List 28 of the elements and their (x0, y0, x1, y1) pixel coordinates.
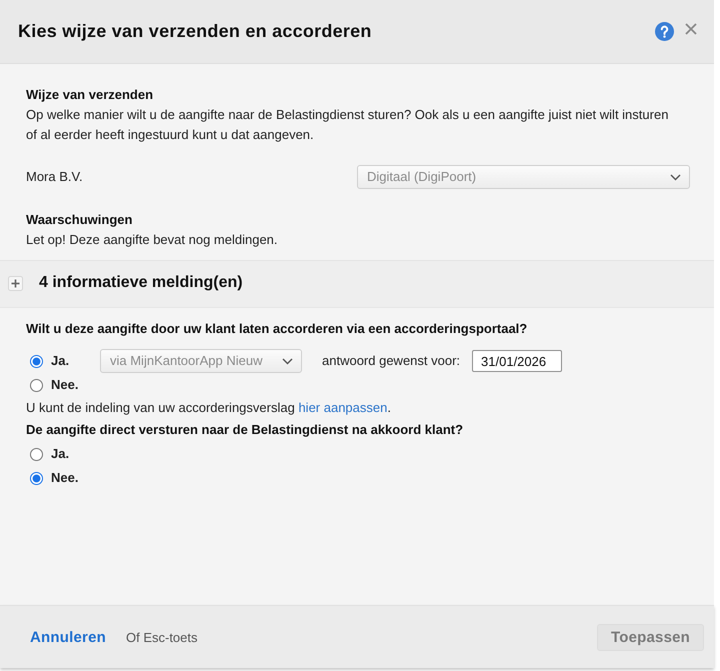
caret-icon (670, 174, 681, 180)
dialog-title: Kies wijze van verzenden en accorderen (18, 21, 372, 42)
option-label[interactable]: Nee. (51, 470, 78, 486)
section-heading: Waarschuwingen (26, 211, 134, 229)
notifications-toggle[interactable]: 4 informatieve melding(en) (39, 274, 243, 292)
customize-link[interactable]: hier aanpassen (298, 400, 388, 415)
caret-icon (282, 358, 293, 364)
close-icon[interactable] (685, 23, 697, 35)
section-heading: Wijze van verzenden (26, 86, 154, 104)
client-name: Mora B.V. (26, 168, 83, 186)
radio-button[interactable] (30, 354, 43, 368)
help-icon[interactable] (655, 22, 674, 41)
section-description: Op welke manier wilt u de aangifte naar de Belastingdienst sturen? Ook als u een aangifte juist niet wilt insturen of al eerder heeft ingestuurd kunt u dat aangeven. (26, 106, 670, 144)
plus-icon[interactable] (8, 276, 23, 290)
option-label[interactable]: Ja. (51, 446, 70, 462)
radio-button[interactable] (30, 448, 43, 460)
date-field[interactable]: 31/01/2026 (472, 350, 562, 372)
shortcut-hint: Of Esc-toets (126, 630, 198, 644)
cancel-link[interactable]: Annuleren (30, 628, 106, 646)
warning-text: Let op! Deze aangifte bevat nog meldingen. (26, 231, 279, 249)
question-text: Wilt u deze aangifte door uw klant laten accorderen via een accorderingsportaal? (26, 320, 528, 338)
deadline-label: antwoord gewenst voor: (322, 352, 460, 370)
option-label[interactable]: Ja. (51, 353, 80, 369)
radio-button[interactable] (30, 472, 43, 484)
question-text: De aangifte direct versturen naar de Belastingdienst na akkoord klant? (26, 421, 464, 439)
option-label[interactable]: Nee. (51, 377, 78, 393)
layout-note: U kunt de indeling van uw accorderingsverslag hier aanpassen. (26, 399, 392, 417)
radio-button[interactable] (30, 378, 43, 392)
